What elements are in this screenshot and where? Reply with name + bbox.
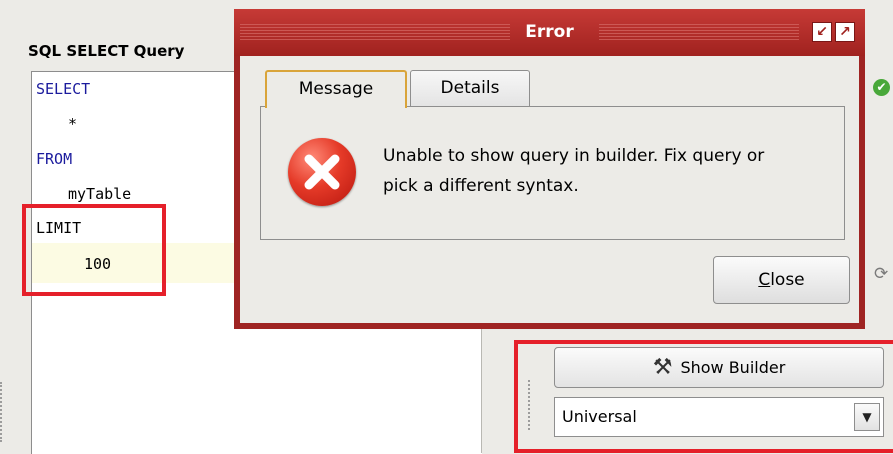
message-pane: Unable to show query in builder. Fix que… bbox=[260, 106, 845, 240]
close-mnemonic: C bbox=[758, 270, 771, 290]
close-button[interactable]: Close bbox=[713, 256, 850, 304]
limit-annotation-box bbox=[22, 204, 166, 296]
tab-details[interactable]: Details bbox=[410, 70, 530, 106]
tab-message[interactable]: Message bbox=[265, 70, 407, 108]
code-line-from: FROM bbox=[36, 150, 73, 168]
dialog-body: Message Details Unable to show query in … bbox=[240, 56, 859, 323]
dialog-title: Error bbox=[525, 22, 574, 42]
split-grip[interactable] bbox=[0, 382, 6, 442]
query-label: SQL SELECT Query bbox=[28, 42, 185, 60]
code-line-select: SELECT bbox=[36, 80, 91, 98]
refresh-icon[interactable]: ⟳ bbox=[874, 264, 888, 284]
close-label: lose bbox=[770, 270, 805, 290]
dialog-titlebar[interactable]: Error ↙ ↗ bbox=[234, 9, 865, 56]
restore-icon[interactable]: ↙ bbox=[812, 22, 832, 42]
error-dialog: Error ↙ ↗ Message Details Unable to show… bbox=[234, 9, 865, 329]
builder-annotation-box bbox=[514, 340, 893, 453]
maximize-icon[interactable]: ↗ bbox=[835, 22, 855, 42]
code-line-table: myTable bbox=[68, 185, 132, 203]
code-line-star: * bbox=[68, 115, 78, 133]
error-message: Unable to show query in builder. Fix que… bbox=[383, 146, 765, 196]
check-icon: ✔ bbox=[873, 79, 890, 96]
error-x-mark bbox=[304, 154, 340, 190]
error-icon bbox=[288, 138, 356, 206]
